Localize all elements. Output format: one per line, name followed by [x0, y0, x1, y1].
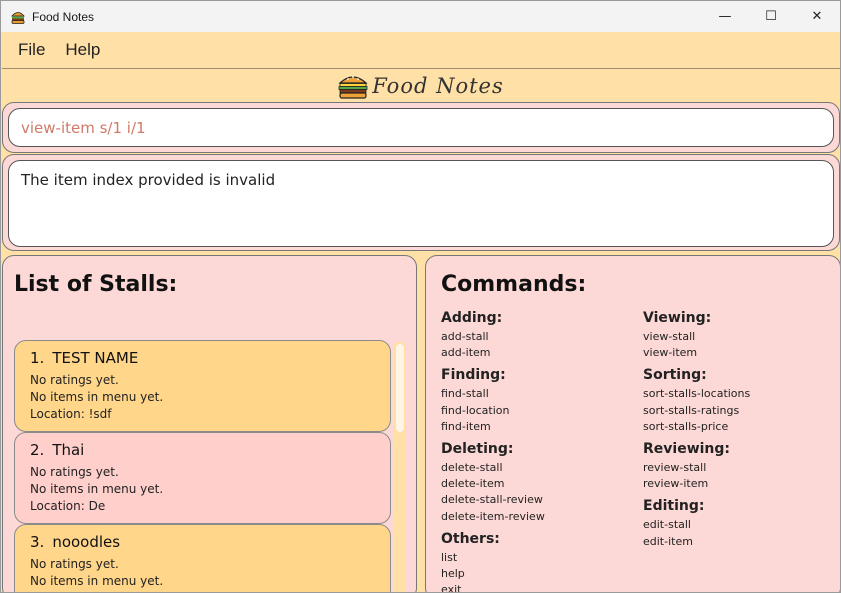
menu-help[interactable]: Help: [65, 40, 100, 60]
stall-name: TEST NAME: [52, 349, 139, 367]
stall-list-panel: List of Stalls: 1. TEST NAME No ratings y…: [2, 255, 417, 592]
command-entry: add-stall: [441, 330, 489, 343]
stall-card[interactable]: 1. TEST NAME No ratings yet. No items in …: [14, 340, 391, 432]
command-entry: find-location: [441, 403, 510, 417]
stall-index: 1.: [30, 349, 45, 367]
close-button[interactable]: ✕: [794, 1, 840, 32]
stall-list-heading: List of Stalls:: [14, 272, 178, 297]
commands-column-right: Viewing: view-stall view-item Sorting: s…: [643, 310, 750, 556]
result-display: The item index provided is invalid: [8, 160, 834, 247]
command-group-sorting: Sorting: sort-stalls-locations sort-stal…: [643, 367, 750, 435]
command-group-title: Adding:: [441, 310, 503, 326]
scrollbar-thumb[interactable]: [396, 344, 404, 432]
command-entry: view-stall: [643, 330, 696, 343]
command-entry: review-item: [643, 477, 709, 491]
stall-location: Location: !sdf: [30, 407, 112, 421]
command-entry: exit: [441, 583, 462, 593]
commands-column-left: Adding: add-stall add-item Finding: find…: [441, 310, 545, 593]
command-group-title: Sorting:: [643, 367, 707, 384]
command-entry: add-item: [441, 346, 491, 360]
command-panel: view-item s/1 i/1: [2, 102, 840, 153]
title-bar: Food Notes — ☐ ✕: [1, 1, 840, 32]
result-panel: The item index provided is invalid: [2, 154, 840, 251]
window-controls: — ☐ ✕: [702, 1, 840, 32]
command-entry: delete-stall: [441, 461, 503, 475]
command-entry: edit-item: [643, 534, 693, 548]
command-entry: delete-item-review: [441, 509, 545, 523]
command-entry: sort-stalls-price: [643, 419, 729, 433]
stall-ratings: No ratings yet.: [30, 373, 119, 387]
app-logo: Food Notes: [1, 69, 840, 103]
stall-title: 2. Thai: [30, 441, 375, 459]
command-group-title: Viewing:: [643, 310, 712, 326]
stall-menu: No items in menu yet.: [30, 574, 164, 588]
command-group-title: Others:: [441, 530, 500, 547]
burger-icon: [338, 76, 368, 99]
command-group-title: Reviewing:: [643, 441, 731, 458]
command-group-title: Deleting:: [441, 441, 514, 458]
command-entry: find-item: [441, 419, 491, 433]
stall-name: Thai: [52, 441, 85, 459]
app-window: Food Notes — ☐ ✕ File Help Food Notes vi…: [0, 0, 841, 593]
minimize-button[interactable]: —: [702, 1, 748, 32]
command-entry: delete-item: [441, 477, 505, 491]
stall-card[interactable]: 3. nooodles No ratings yet. No items in m…: [14, 524, 391, 592]
command-group-deleting: Deleting: delete-stall delete-item delet…: [441, 441, 545, 525]
command-entry: find-stall: [441, 387, 489, 401]
command-entry: help: [441, 567, 465, 581]
stall-list-scrollbar[interactable]: [394, 342, 405, 592]
menu-bar: File Help: [2, 32, 840, 69]
command-group-title: Finding:: [441, 367, 506, 384]
command-input[interactable]: view-item s/1 i/1: [8, 108, 834, 147]
stall-ratings: No ratings yet.: [30, 557, 119, 571]
command-entry: view-item: [643, 346, 698, 360]
command-entry: delete-stall-review: [441, 493, 543, 507]
menu-file[interactable]: File: [18, 40, 45, 60]
command-entry: edit-stall: [643, 518, 691, 532]
stall-name: nooodles: [52, 533, 121, 551]
stall-card[interactable]: 2. Thai No ratings yet. No items in menu …: [14, 432, 391, 524]
command-group-reviewing: Reviewing: review-stall review-item: [643, 441, 750, 492]
stall-menu: No items in menu yet.: [30, 482, 164, 496]
command-group-others: Others: list help exit: [441, 530, 545, 593]
command-entry: review-stall: [643, 461, 707, 475]
command-group-finding: Finding: find-stall find-location find-i…: [441, 367, 545, 435]
stall-location: Location: De: [30, 499, 106, 513]
command-entry: sort-stalls-locations: [643, 387, 751, 401]
command-group-adding: Adding: add-stall add-item: [441, 310, 545, 361]
stall-menu: No items in menu yet.: [30, 390, 164, 404]
stall-title: 3. nooodles: [30, 533, 375, 551]
command-group-editing: Editing: edit-stall edit-item: [643, 498, 750, 549]
command-group-title: Editing:: [643, 498, 705, 515]
burger-icon: [11, 11, 25, 24]
stall-index: 2.: [30, 441, 45, 459]
commands-heading: Commands:: [441, 272, 587, 297]
command-entry: list: [441, 550, 458, 564]
logo-text: Food Notes: [372, 74, 504, 98]
command-group-viewing: Viewing: view-stall view-item: [643, 310, 750, 361]
window-title: Food Notes: [32, 9, 95, 24]
stall-ratings: No ratings yet.: [30, 465, 119, 479]
maximize-button[interactable]: ☐: [748, 1, 794, 32]
stall-title: 1. TEST NAME: [30, 349, 375, 367]
commands-panel: Commands: Adding: add-stall add-item Fin…: [425, 255, 840, 593]
stall-index: 3.: [30, 533, 45, 551]
command-entry: sort-stalls-ratings: [643, 403, 740, 417]
